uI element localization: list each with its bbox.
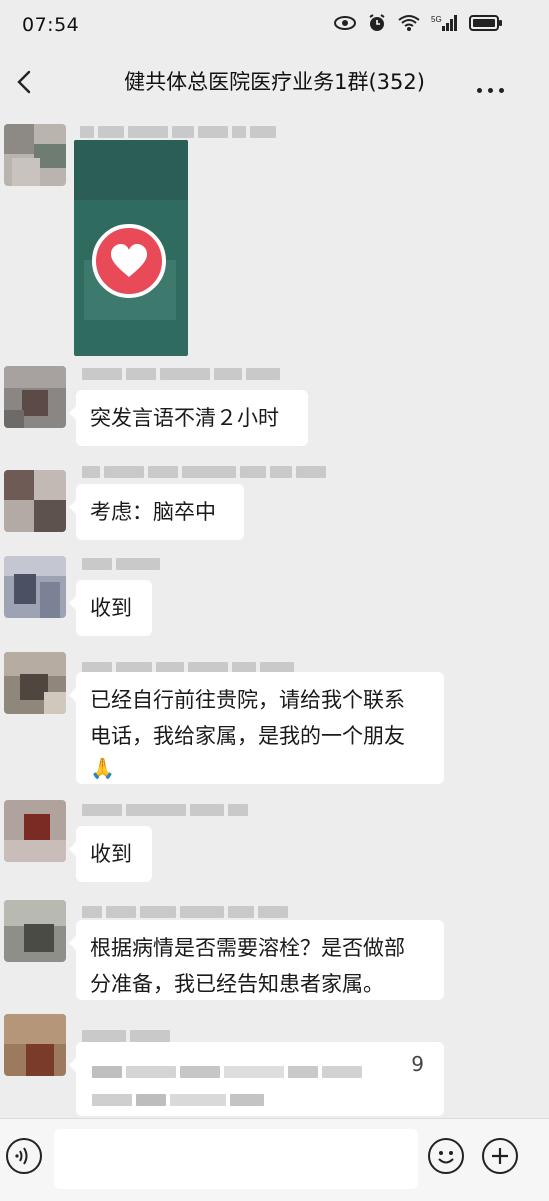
blurred-text	[92, 1066, 362, 1078]
pray-emoji-icon: 🙏	[90, 756, 115, 780]
avatar[interactable]	[4, 556, 66, 618]
status-bar: 07:54 5G	[0, 0, 549, 52]
alarm-icon	[367, 13, 387, 37]
avatar[interactable]	[4, 1014, 66, 1076]
sender-name-blurred	[82, 804, 248, 816]
input-bar	[0, 1118, 549, 1201]
image-message[interactable]	[74, 140, 188, 356]
status-time: 07:54	[22, 14, 80, 36]
avatar[interactable]	[4, 800, 66, 862]
message-line: 根据病情是否需要溶栓？是否做部	[90, 936, 405, 960]
sender-name-blurred	[82, 906, 288, 918]
message-line: 电话，我给家属，是我的一个朋友	[90, 724, 405, 748]
battery-icon	[469, 14, 503, 36]
sender-name-blurred	[82, 558, 160, 570]
sender-name-blurred	[82, 466, 326, 478]
sender-name-blurred	[82, 368, 280, 380]
message-bubble[interactable]: 考虑：脑卒中	[69, 484, 244, 540]
message-line: 已经自行前往贵院，请给我个联系	[90, 688, 405, 712]
more-dots-icon[interactable]	[474, 78, 507, 97]
avatar[interactable]	[4, 124, 66, 186]
avatar[interactable]	[4, 652, 66, 714]
message-bubble-blurred[interactable]: 9	[69, 1042, 444, 1116]
message-bubble[interactable]: 已经自行前往贵院，请给我个联系 电话，我给家属，是我的一个朋友 🙏	[69, 672, 444, 784]
wifi-icon	[397, 14, 421, 36]
partial-char: 9	[411, 1052, 424, 1076]
sender-name-blurred	[80, 126, 276, 138]
heart-icon	[92, 224, 166, 298]
chat-header: 健共体总医院医疗业务1群(352)	[0, 52, 549, 114]
emoji-icon[interactable]	[428, 1138, 464, 1174]
status-icons: 5G	[333, 13, 503, 37]
eye-icon	[333, 15, 357, 35]
message-line: 分准备，我已经告知患者家属。	[90, 972, 384, 996]
message-input[interactable]	[54, 1129, 418, 1189]
5g-signal-icon: 5G	[431, 14, 459, 36]
avatar[interactable]	[4, 470, 66, 532]
sender-name-blurred	[82, 1030, 170, 1042]
message-bubble[interactable]: 收到	[69, 580, 152, 636]
avatar[interactable]	[4, 900, 66, 962]
message-bubble[interactable]: 根据病情是否需要溶栓？是否做部 分准备，我已经告知患者家属。	[69, 920, 444, 1000]
plus-icon[interactable]	[482, 1138, 518, 1174]
svg-text:5G: 5G	[431, 15, 442, 24]
message-bubble[interactable]: 收到	[69, 826, 152, 882]
message-bubble[interactable]: 突发言语不清２小时	[69, 390, 308, 446]
avatar[interactable]	[4, 366, 66, 428]
blurred-text	[92, 1094, 264, 1106]
chat-title: 健共体总医院医疗业务1群(352)	[124, 70, 425, 94]
voice-icon[interactable]	[6, 1138, 42, 1174]
